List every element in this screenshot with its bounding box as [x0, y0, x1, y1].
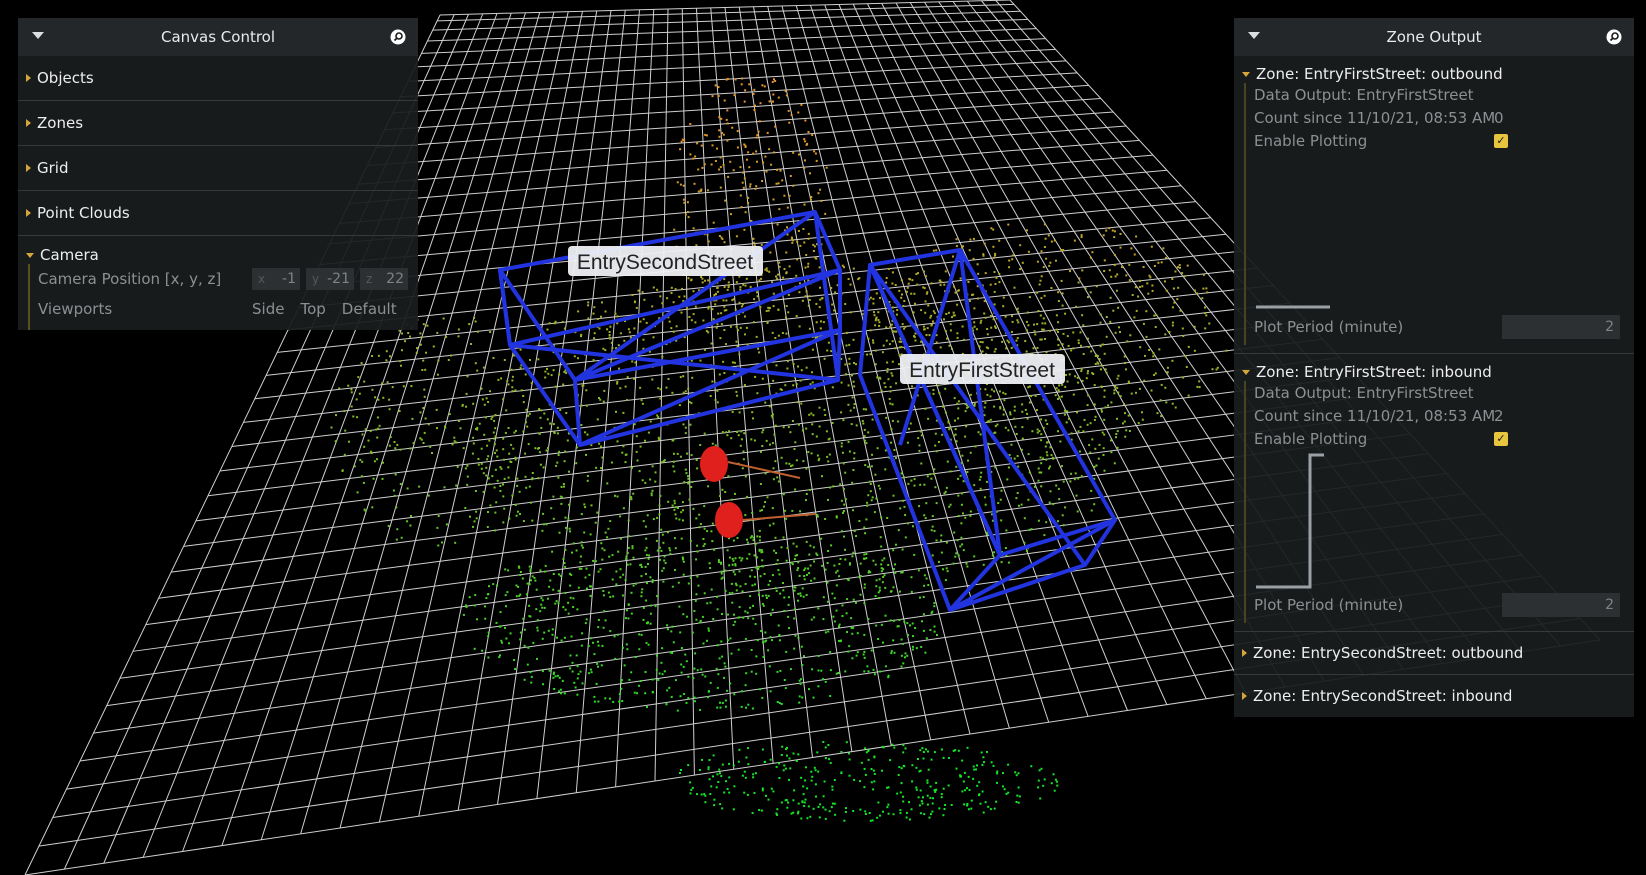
- count-value: 2: [1494, 406, 1504, 425]
- canvas-control-panel: Canvas Control Objects Zones Grid Point …: [18, 18, 418, 330]
- zone-title: Zone: EntrySecondStreet: inbound: [1253, 687, 1513, 705]
- grid-line: [881, 3, 1247, 694]
- count-row: Count since 11/10/21, 08:53 AM 0: [1254, 106, 1634, 129]
- folder-label: Point Clouds: [37, 204, 130, 222]
- triangle-right-icon: [26, 164, 31, 172]
- enable-plotting-row: Enable Plotting ✓: [1254, 427, 1634, 450]
- camera-settings: Camera Position [x, y, z] x -1 y -21 z 2…: [28, 264, 418, 330]
- zone-title: Zone: EntrySecondStreet: outbound: [1253, 644, 1524, 662]
- caret-down-icon[interactable]: [32, 32, 44, 39]
- input-value: -1: [282, 271, 296, 287]
- triangle-right-icon: [26, 74, 31, 82]
- folder-zones[interactable]: Zones: [18, 101, 418, 146]
- canvas-control-header[interactable]: Canvas Control: [18, 18, 418, 56]
- folder-label: Grid: [37, 159, 69, 177]
- triangle-down-icon: [1242, 71, 1250, 77]
- axis-label: z: [366, 272, 373, 286]
- panel-title: Zone Output: [1386, 28, 1482, 46]
- axis-label: x: [258, 272, 266, 286]
- grid-line: [724, 7, 813, 758]
- camera-position-label: Camera Position [x, y, z]: [38, 270, 222, 288]
- folder-point-clouds[interactable]: Point Clouds: [18, 191, 418, 236]
- count-row: Count since 11/10/21, 08:53 AM 2: [1254, 404, 1634, 427]
- triangle-down-icon: [26, 252, 34, 258]
- enable-plotting-row: Enable Plotting ✓: [1254, 129, 1634, 152]
- count-label: Count since 11/10/21, 08:53 AM: [1254, 406, 1496, 425]
- plot-period-input[interactable]: 2: [1502, 592, 1620, 617]
- label-entry-first-street: EntryFirstStreet: [900, 354, 1065, 384]
- data-output-label: Data Output: EntryFirstStreet: [1254, 85, 1474, 104]
- camera-z-input[interactable]: z 22: [360, 268, 408, 290]
- triangle-right-icon: [1242, 649, 1247, 657]
- plot-period-label: Plot Period (minute): [1254, 595, 1404, 614]
- zone-body-first-inbound: Data Output: EntryFirstStreet Count sinc…: [1244, 381, 1634, 623]
- zone-output-panel: Zone Output Zone: EntryFirstStreet: outb…: [1234, 18, 1634, 717]
- zone-folder-first-inbound[interactable]: Zone: EntryFirstStreet: inbound: [1234, 354, 1634, 381]
- enable-plotting-label: Enable Plotting: [1254, 429, 1368, 448]
- data-output-label: Data Output: EntryFirstStreet: [1254, 383, 1474, 402]
- viewport-top-button[interactable]: Top: [300, 300, 325, 318]
- point-cloud: [330, 77, 1228, 822]
- count-plot: [1256, 453, 1324, 589]
- panel-title: Canvas Control: [160, 28, 276, 46]
- camera-x-input[interactable]: x -1: [252, 268, 300, 290]
- viewport-default-button[interactable]: Default: [342, 300, 397, 318]
- plot-period-input[interactable]: 2: [1502, 314, 1620, 339]
- svg-text:EntrySecondStreet: EntrySecondStreet: [577, 251, 753, 274]
- count-value: 0: [1494, 108, 1504, 127]
- search-icon[interactable]: [1606, 29, 1622, 45]
- plot-period-row: Plot Period (minute) 2: [1254, 592, 1634, 617]
- triangle-right-icon: [26, 209, 31, 217]
- zone-title: Zone: EntryFirstStreet: outbound: [1256, 65, 1503, 83]
- svg-text:EntryFirstStreet: EntryFirstStreet: [909, 359, 1055, 382]
- triangle-right-icon: [26, 119, 31, 127]
- camera-y-input[interactable]: y -21: [306, 268, 354, 290]
- zone-folder-second-outbound[interactable]: Zone: EntrySecondStreet: outbound: [1234, 631, 1634, 674]
- viewports-label: Viewports: [38, 300, 113, 318]
- folder-camera[interactable]: Camera: [18, 236, 418, 264]
- tracked-object-1[interactable]: [700, 446, 801, 482]
- grid-line: [575, 9, 640, 793]
- caret-down-icon[interactable]: [1248, 32, 1260, 39]
- label-entry-second-street: EntrySecondStreet: [568, 246, 763, 276]
- axis-label: y: [312, 272, 320, 286]
- folder-label: Camera: [40, 246, 99, 264]
- enable-plotting-checkbox[interactable]: ✓: [1494, 431, 1508, 446]
- grid-line: [654, 8, 669, 782]
- data-output-row: Data Output: EntryFirstStreet: [1254, 83, 1634, 106]
- triangle-down-icon: [1242, 369, 1250, 375]
- search-icon[interactable]: [390, 29, 406, 45]
- viewport-side-button[interactable]: Side: [252, 300, 284, 318]
- count-label: Count since 11/10/21, 08:53 AM: [1254, 108, 1496, 127]
- zone-folder-second-inbound[interactable]: Zone: EntrySecondStreet: inbound: [1234, 674, 1634, 717]
- folder-grid[interactable]: Grid: [18, 146, 418, 191]
- camera-position-row: Camera Position [x, y, z] x -1 y -21 z 2…: [38, 264, 418, 294]
- input-value: -21: [327, 271, 350, 287]
- folder-objects[interactable]: Objects: [18, 56, 418, 101]
- count-plot: [1256, 305, 1330, 309]
- enable-plotting-checkbox[interactable]: ✓: [1494, 133, 1508, 148]
- zone-title: Zone: EntryFirstStreet: inbound: [1256, 363, 1492, 381]
- plot-period-label: Plot Period (minute): [1254, 317, 1404, 336]
- zone-body-first-outbound: Data Output: EntryFirstStreet Count sinc…: [1244, 83, 1634, 345]
- grid-line: [867, 3, 1207, 699]
- zone-folder-first-outbound[interactable]: Zone: EntryFirstStreet: outbound: [1234, 56, 1634, 83]
- folder-label: Zones: [37, 114, 84, 132]
- input-value: 22: [386, 271, 404, 287]
- triangle-right-icon: [1242, 692, 1247, 700]
- enable-plotting-label: Enable Plotting: [1254, 131, 1368, 150]
- data-output-row: Data Output: EntryFirstStreet: [1254, 381, 1634, 404]
- viewports-row: Viewports Side Top Default: [38, 294, 418, 324]
- folder-label: Objects: [37, 69, 94, 87]
- grid-line: [895, 2, 1286, 688]
- zone-output-header[interactable]: Zone Output: [1234, 18, 1634, 56]
- plot-period-row: Plot Period (minute) 2: [1254, 314, 1634, 339]
